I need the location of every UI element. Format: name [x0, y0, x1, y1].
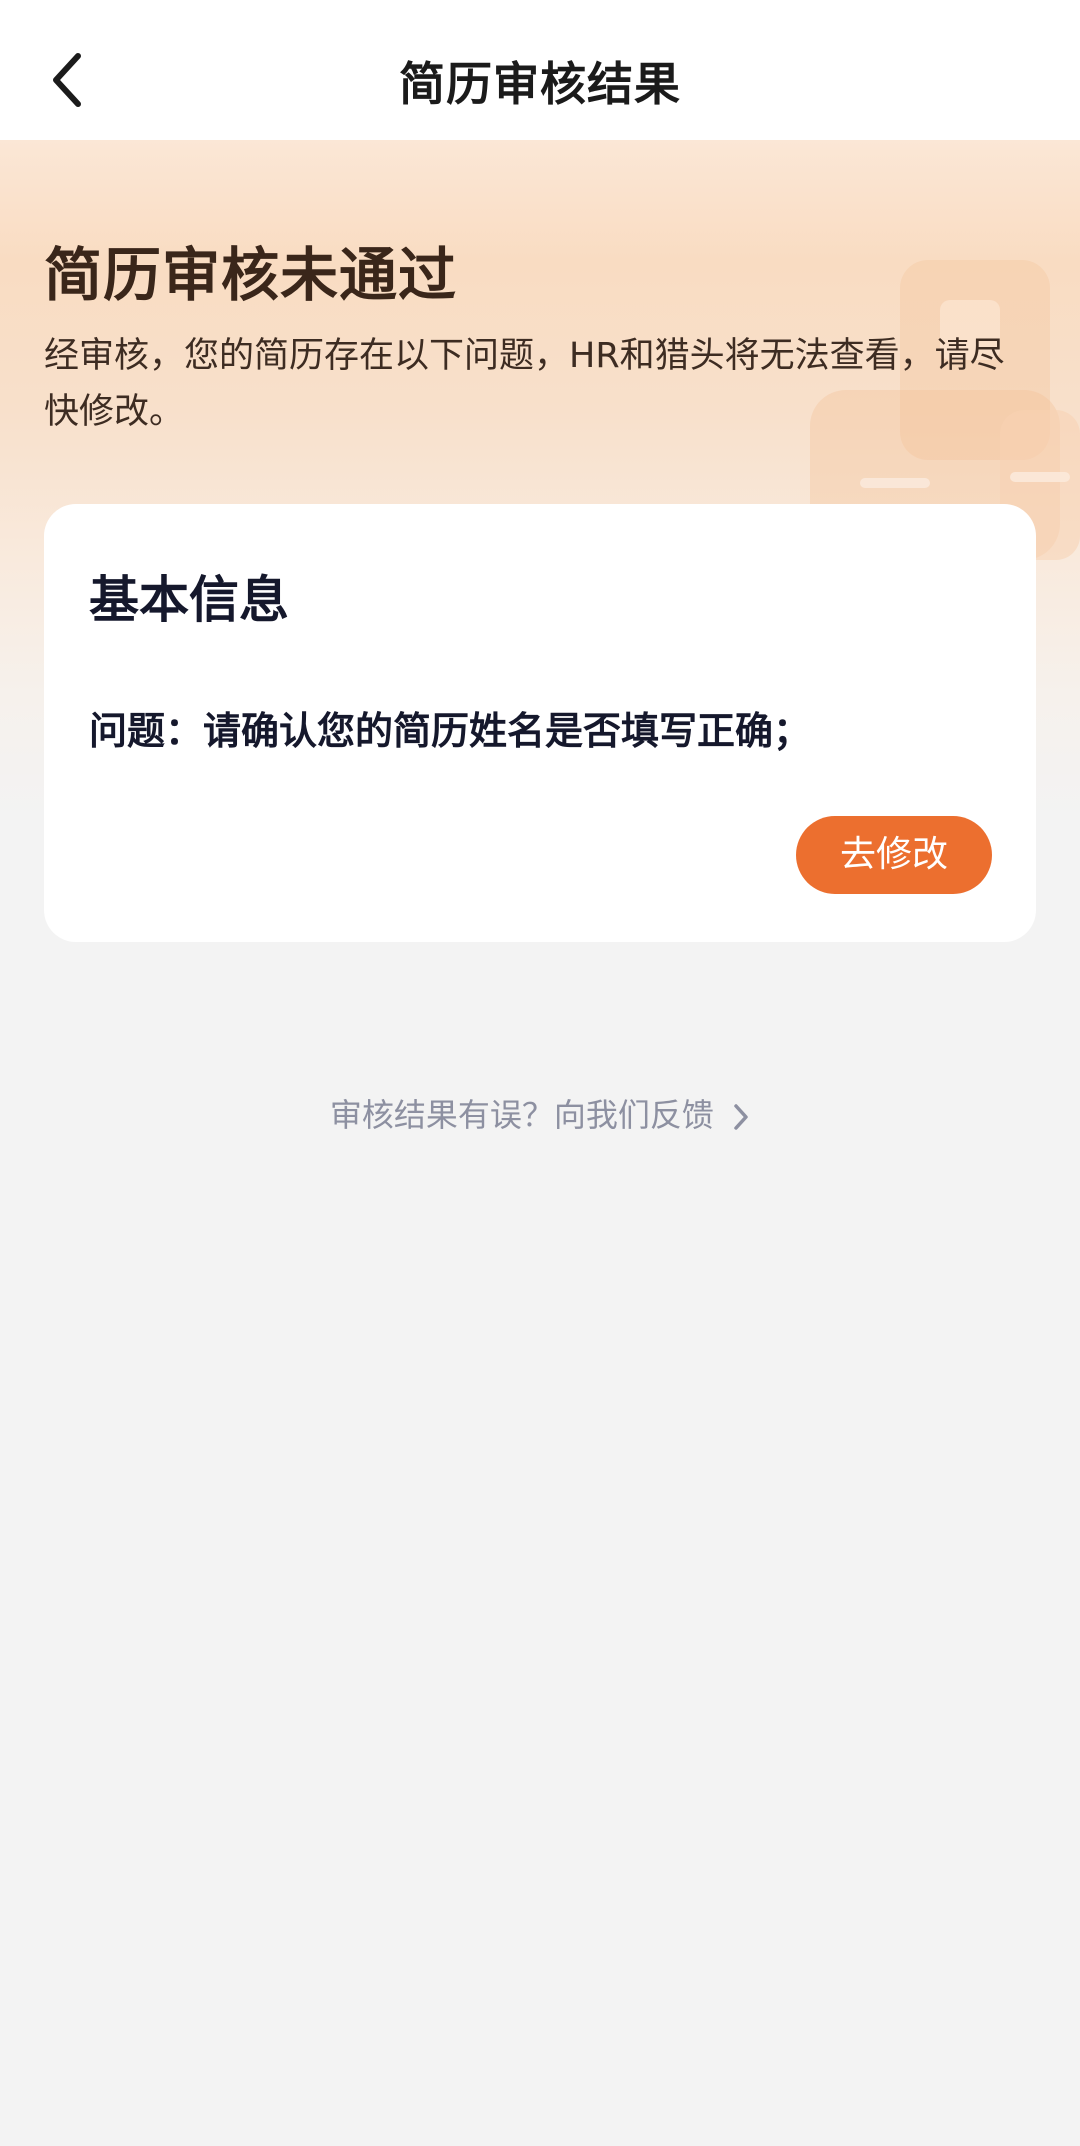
issue-card: 基本信息 问题：请确认您的简历姓名是否填写正确； 去修改 — [44, 504, 1036, 942]
edit-button[interactable]: 去修改 — [796, 816, 992, 894]
nav-bar: 简历审核结果 — [0, 0, 1080, 140]
review-status-title: 简历审核未通过 — [44, 241, 458, 309]
review-status-description: 经审核，您的简历存在以下问题，HR和猎头将无法查看，请尽快修改。 — [44, 336, 1005, 432]
chevron-right-icon — [734, 1104, 748, 1130]
issue-text: 问题：请确认您的简历姓名是否填写正确； — [89, 709, 812, 753]
page-title: 简历审核结果 — [399, 57, 681, 111]
feedback-label: 审核结果有误？向我们反馈 — [329, 1096, 714, 1134]
feedback-link[interactable]: 审核结果有误？向我们反馈 — [0, 1090, 1080, 1136]
section-title: 基本信息 — [89, 571, 289, 629]
